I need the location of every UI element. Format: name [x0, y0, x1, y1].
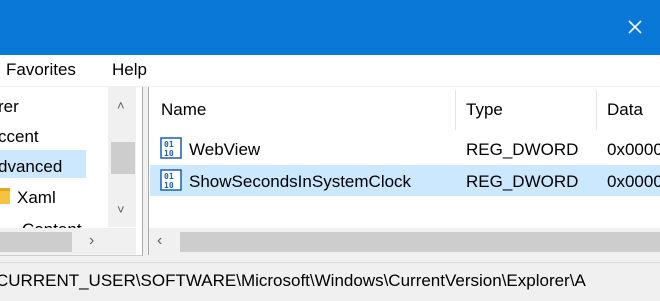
reg-binary-icon: 01 10	[160, 169, 182, 191]
tree-item[interactable]: Xaml	[17, 188, 56, 208]
menu-help[interactable]: Help	[112, 60, 147, 80]
svg-text:01: 01	[164, 140, 174, 149]
title-bar	[0, 0, 660, 55]
list-hscroll-thumb[interactable]	[180, 232, 660, 252]
scroll-left-icon[interactable]: ‹	[157, 233, 162, 249]
tree-item[interactable]: ccent	[0, 127, 39, 147]
scroll-down-icon[interactable]: ˅	[117, 203, 125, 217]
tree-item[interactable]: Content	[22, 220, 82, 228]
tree-item[interactable]: rer	[0, 97, 19, 117]
value-name: WebView	[189, 140, 261, 159]
tree-scroll-thumb[interactable]	[111, 142, 135, 174]
value-data: 0x0000	[607, 172, 660, 191]
scroll-up-icon[interactable]: ˄	[117, 99, 125, 113]
svg-text:10: 10	[164, 149, 174, 158]
tree-item-clip: Content	[0, 214, 108, 228]
menu-favorites[interactable]: Favorites	[6, 60, 76, 80]
value-type: REG_DWORD	[466, 172, 579, 191]
column-header-name[interactable]: Name	[161, 100, 206, 120]
column-header-type[interactable]: Type	[466, 100, 503, 120]
reg-binary-icon: 01 10	[160, 137, 182, 159]
close-icon[interactable]	[622, 14, 648, 40]
menu-bar: Favorites Help	[0, 55, 660, 87]
svg-text:01: 01	[164, 172, 174, 181]
svg-text:10: 10	[164, 181, 174, 190]
value-name: ShowSecondsInSystemClock	[189, 172, 412, 191]
value-type: REG_DWORD	[466, 140, 579, 159]
tree-item-selected[interactable]: dvanced	[0, 157, 62, 177]
column-divider[interactable]	[596, 90, 597, 130]
tree-hscroll-thumb[interactable]	[0, 232, 72, 252]
scroll-right-icon[interactable]: ›	[89, 233, 94, 249]
status-bar: CURRENT_USER\SOFTWARE\Microsoft\Windows\…	[0, 262, 660, 301]
column-header-data[interactable]: Data	[607, 100, 643, 120]
folder-icon	[0, 188, 10, 204]
value-data: 0x0000	[607, 140, 660, 159]
registry-path: CURRENT_USER\SOFTWARE\Microsoft\Windows\…	[0, 271, 586, 290]
column-divider[interactable]	[455, 90, 456, 130]
